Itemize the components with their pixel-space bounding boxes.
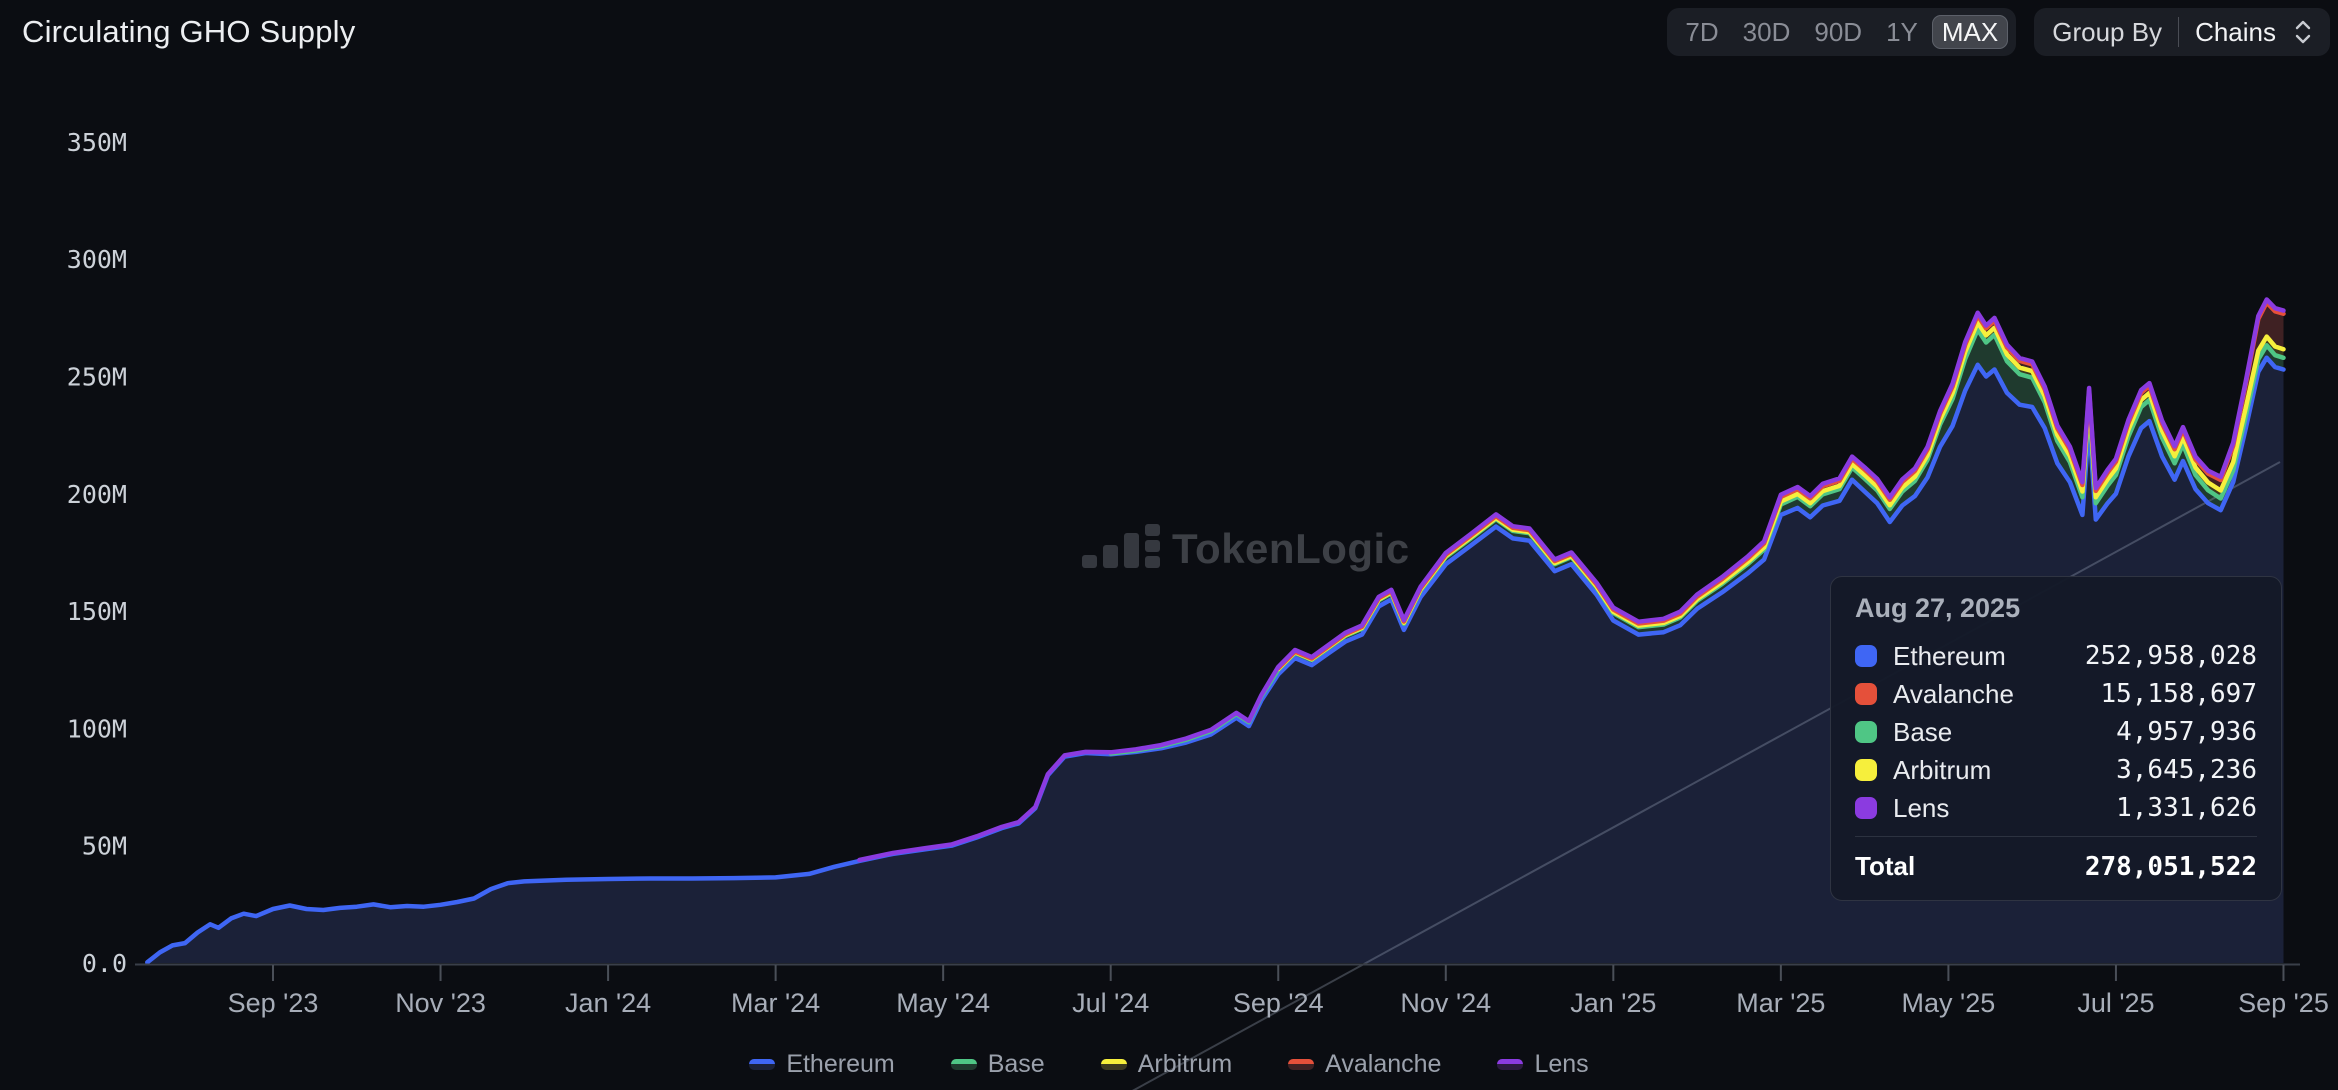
tooltip-row: Base 4,957,936: [1855, 714, 2257, 750]
tooltip-series-value: 3,645,236: [2116, 755, 2257, 785]
tooltip-series-value: 1,331,626: [2116, 793, 2257, 823]
tooltip-date: Aug 27, 2025: [1855, 593, 2021, 623]
legend-swatch-icon: [1497, 1058, 1524, 1070]
tooltip-row: Ethereum 252,958,028: [1855, 638, 2257, 674]
legend-swatch-icon: [749, 1058, 776, 1070]
y-axis-label: 200M: [67, 480, 127, 509]
tooltip-series-value: 15,158,697: [2100, 679, 2257, 709]
legend-item-lens[interactable]: Lens: [1497, 1049, 1589, 1079]
tooltip-total-row: Total 278,051,522: [1855, 836, 2257, 882]
chart-legend: Ethereum Base Arbitrum Avalanche Lens: [0, 1044, 2338, 1084]
tooltip-series-value: 4,957,936: [2116, 717, 2257, 747]
x-axis-label: Mar '25: [1736, 988, 1825, 1018]
series-swatch-icon: [1855, 645, 1877, 667]
tooltip-series-label: Arbitrum: [1893, 754, 1992, 785]
legend-swatch-icon: [1100, 1058, 1127, 1070]
series-swatch-icon: [1855, 759, 1877, 781]
tooltip-row: Avalanche 15,158,697: [1855, 676, 2257, 712]
x-axis-label: Nov '24: [1400, 988, 1491, 1018]
series-swatch-icon: [1855, 683, 1877, 705]
legend-item-ethereum[interactable]: Ethereum: [749, 1049, 895, 1079]
tooltip-series-label: Ethereum: [1893, 640, 2006, 671]
legend-item-base[interactable]: Base: [950, 1049, 1045, 1079]
tooltip-series-label: Avalanche: [1893, 678, 2014, 709]
legend-label: Arbitrum: [1137, 1049, 1233, 1078]
legend-item-avalanche[interactable]: Avalanche: [1288, 1050, 1441, 1079]
x-axis-label: Sep '24: [1233, 988, 1324, 1018]
x-axis-label: Jan '25: [1570, 988, 1656, 1018]
y-axis-label: 100M: [67, 714, 127, 743]
x-axis-label: Sep '25: [2238, 988, 2329, 1018]
tooltip-row: Lens 1,331,626: [1855, 790, 2257, 826]
tooltip-row: Arbitrum 3,645,236: [1855, 752, 2257, 788]
x-axis-label: May '24: [896, 988, 990, 1018]
legend-label: Avalanche: [1325, 1049, 1442, 1078]
x-axis-label: Nov '23: [395, 988, 486, 1018]
legend-swatch-icon: [950, 1058, 977, 1070]
y-axis-label: 0.0: [82, 949, 127, 978]
y-axis-label: 150M: [67, 597, 127, 626]
x-axis-label: May '25: [1902, 988, 1996, 1018]
legend-item-arbitrum[interactable]: Arbitrum: [1100, 1049, 1233, 1079]
y-axis-label: 250M: [67, 363, 127, 392]
legend-label: Ethereum: [786, 1049, 895, 1078]
tooltip-series-value: 252,958,028: [2084, 641, 2257, 671]
tooltip-total-value: 278,051,522: [2084, 851, 2257, 882]
x-axis-label: Sep '23: [228, 988, 319, 1018]
x-axis-label: Jul '25: [2077, 988, 2154, 1018]
tooltip-series-label: Base: [1893, 716, 1953, 747]
chart-tooltip: Aug 27, 2025 Ethereum 252,958,028 Avalanch…: [1830, 576, 2282, 901]
legend-label: Base: [987, 1049, 1045, 1078]
y-axis-label: 50M: [82, 832, 127, 861]
y-axis-label: 300M: [67, 245, 127, 274]
legend-label: Lens: [1534, 1049, 1589, 1078]
x-axis-label: Mar '24: [731, 988, 820, 1018]
legend-swatch-icon: [1288, 1058, 1315, 1070]
tooltip-total-label: Total: [1855, 851, 1916, 881]
supply-area-chart[interactable]: 350M 300M 250M 200M 150M 100M 50M 0.0 Sep '23 Nov…: [0, 0, 2338, 1090]
tooltip-rows: Ethereum 252,958,028 Avalanche 15,158,697 Ba…: [1855, 638, 2257, 826]
tooltip-series-label: Lens: [1893, 792, 1950, 823]
series-swatch-icon: [1855, 721, 1877, 743]
y-axis-label: 350M: [67, 128, 127, 157]
series-swatch-icon: [1855, 797, 1877, 819]
x-axis-label: Jan '24: [565, 988, 651, 1018]
x-axis-label: Jul '24: [1072, 988, 1149, 1018]
